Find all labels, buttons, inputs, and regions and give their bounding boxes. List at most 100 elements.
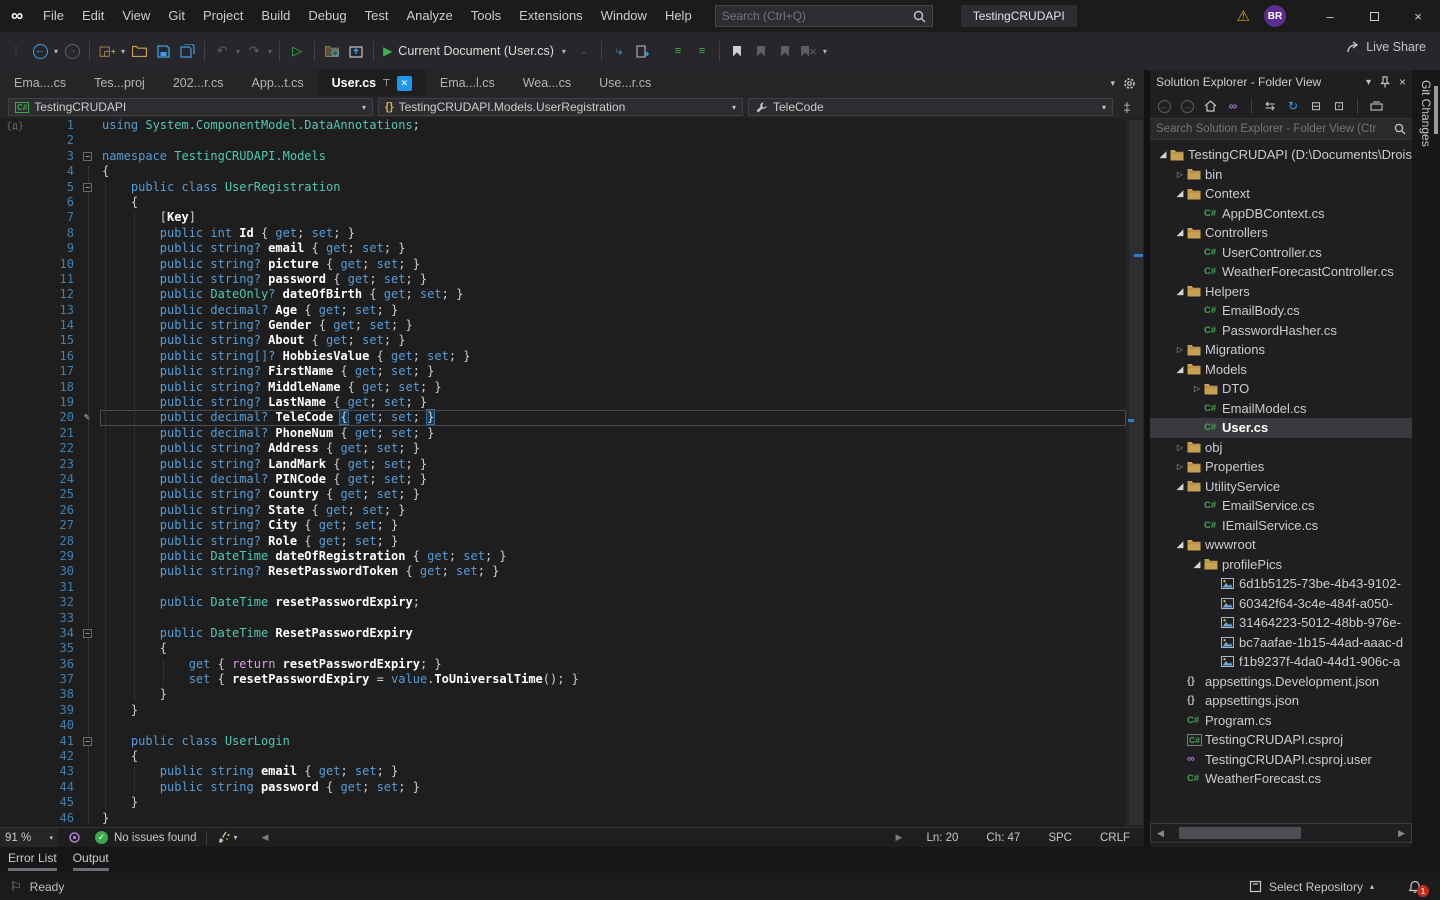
expand-arrow-icon[interactable]: ◢ bbox=[1173, 227, 1187, 238]
undo-dropdown[interactable]: ▾ bbox=[236, 47, 240, 56]
collapse-toggle[interactable]: − bbox=[83, 629, 92, 638]
code-line-41[interactable]: 41− public class UserLogin bbox=[0, 734, 1126, 749]
tree-item-emailservice-cs[interactable]: C#EmailService.cs bbox=[1150, 496, 1412, 516]
code-line-13[interactable]: 13 public decimal? Age { get; set; } bbox=[0, 303, 1126, 318]
menu-git[interactable]: Git bbox=[159, 0, 194, 32]
redo-dropdown[interactable]: ▾ bbox=[268, 47, 272, 56]
tree-item-wwwroot[interactable]: ◢wwwroot bbox=[1150, 535, 1412, 555]
tree-item-usercontroller-cs[interactable]: C#UserController.cs bbox=[1150, 243, 1412, 263]
menu-tools[interactable]: Tools bbox=[462, 0, 510, 32]
code-line-17[interactable]: 17 public string? FirstName { get; set; … bbox=[0, 364, 1126, 379]
menu-edit[interactable]: Edit bbox=[73, 0, 113, 32]
navigate-backward-icon[interactable]: ← bbox=[29, 39, 51, 63]
minimize-button[interactable]: – bbox=[1308, 0, 1352, 32]
code-line-32[interactable]: 32 public DateTime resetPasswordExpiry; bbox=[0, 595, 1126, 610]
search-input[interactable] bbox=[722, 9, 913, 23]
expand-arrow-icon[interactable]: ◢ bbox=[1173, 364, 1187, 375]
expand-arrow-icon[interactable]: ▷ bbox=[1190, 384, 1204, 393]
new-project-icon[interactable]: ◲+ bbox=[96, 39, 118, 63]
new-project-dropdown[interactable]: ▾ bbox=[121, 47, 125, 56]
code-line-12[interactable]: 12 public DateOnly? dateOfBirth { get; s… bbox=[0, 287, 1126, 302]
toggle-bookmark-icon[interactable] bbox=[726, 39, 748, 63]
account-avatar[interactable]: BR bbox=[1264, 5, 1286, 27]
tree-item-bc7aafae-1b15-44ad-aaac-d[interactable]: bc7aafae-1b15-44ad-aaac-d bbox=[1150, 633, 1412, 653]
code-line-2[interactable]: 2 bbox=[0, 133, 1126, 148]
expand-arrow-icon[interactable]: ◢ bbox=[1190, 559, 1204, 570]
close-button[interactable]: × bbox=[1396, 0, 1440, 32]
code-editor[interactable]: 1using System.ComponentModel.DataAnnotat… bbox=[0, 118, 1144, 827]
code-line-22[interactable]: 22 public string? Address { get; set; } bbox=[0, 441, 1126, 456]
zoom-control[interactable]: 91 %▾ bbox=[0, 828, 58, 848]
save-icon[interactable] bbox=[152, 39, 174, 63]
menu-debug[interactable]: Debug bbox=[299, 0, 355, 32]
tree-item-60342f64-3c4e-484f-a050-[interactable]: 60342f64-3c4e-484f-a050- bbox=[1150, 594, 1412, 614]
tree-item-emailmodel-cs[interactable]: C#EmailModel.cs bbox=[1150, 399, 1412, 419]
indent-increase-icon[interactable]: ≡ bbox=[691, 39, 713, 63]
tree-item-profilepics[interactable]: ◢profilePics bbox=[1150, 555, 1412, 575]
tab-close-icon[interactable]: ✕ bbox=[397, 76, 412, 91]
tree-item-utilityservice[interactable]: ◢UtilityService bbox=[1150, 477, 1412, 497]
tree-item-appsettings-json[interactable]: {​}appsettings.json bbox=[1150, 691, 1412, 711]
code-cleanup-icon[interactable] bbox=[217, 831, 231, 844]
show-all-files-icon[interactable]: ⊡ bbox=[1330, 96, 1348, 116]
notifications-warning-icon[interactable]: ⚠ bbox=[1237, 7, 1250, 25]
tab-pin-icon[interactable]: ⊤ bbox=[382, 78, 391, 89]
tab-list-dropdown-icon[interactable]: ▾ bbox=[1110, 78, 1115, 89]
tree-item-controllers[interactable]: ◢Controllers bbox=[1150, 223, 1412, 243]
tree-item-dto[interactable]: ▷DTO bbox=[1150, 379, 1412, 399]
close-panel-icon[interactable]: × bbox=[1399, 75, 1406, 89]
code-line-15[interactable]: 15 public string? About { get; set; } bbox=[0, 333, 1126, 348]
split-editor-icon[interactable]: ‡ bbox=[1118, 100, 1136, 115]
menu-extensions[interactable]: Extensions bbox=[510, 0, 592, 32]
tree-item-helpers[interactable]: ◢Helpers bbox=[1150, 282, 1412, 302]
code-line-36[interactable]: 36 get { return resetPasswordExpiry; } bbox=[0, 657, 1126, 672]
run-options-icon[interactable]: ⌄ bbox=[573, 39, 595, 63]
document-tab-202-r-cs[interactable]: 202...r.cs bbox=[159, 70, 238, 96]
navigate-forward-icon[interactable]: → bbox=[61, 39, 83, 63]
tree-item-emailbody-cs[interactable]: C#EmailBody.cs bbox=[1150, 301, 1412, 321]
menu-build[interactable]: Build bbox=[252, 0, 299, 32]
code-line-43[interactable]: 43 public string email { get; set; } bbox=[0, 764, 1126, 779]
expand-arrow-icon[interactable]: ◢ bbox=[1173, 481, 1187, 492]
output-tab[interactable]: Output bbox=[73, 851, 109, 871]
menu-project[interactable]: Project bbox=[194, 0, 252, 32]
expand-arrow-icon[interactable]: ▷ bbox=[1173, 462, 1187, 471]
restore-button[interactable] bbox=[1352, 0, 1396, 32]
collapse-all-icon[interactable]: ⊟ bbox=[1307, 96, 1325, 116]
code-line-5[interactable]: 5− public class UserRegistration bbox=[0, 180, 1126, 195]
start-debugging-button[interactable]: ▶ Current Document (User.cs) ▾ bbox=[383, 44, 568, 58]
switch-views-icon[interactable]: ∞ bbox=[1224, 96, 1242, 116]
tree-item-f1b9237f-4da0-44d1-906c-a[interactable]: f1b9237f-4da0-44d1-906c-a bbox=[1150, 652, 1412, 672]
tree-item-weatherforecast-cs[interactable]: C#WeatherForecast.cs bbox=[1150, 769, 1412, 789]
expand-arrow-icon[interactable]: ◢ bbox=[1156, 149, 1170, 160]
scrollbar-thumb[interactable] bbox=[1129, 120, 1143, 825]
code-line-26[interactable]: 26 public string? State { get; set; } bbox=[0, 503, 1126, 518]
panel-menu-dropdown-icon[interactable]: ▾ bbox=[1366, 77, 1371, 88]
hscroll-left-arrow[interactable]: ◀ bbox=[255, 832, 274, 843]
tree-item-obj[interactable]: ▷obj bbox=[1150, 438, 1412, 458]
toolbar-drag-handle[interactable]: ⋮ bbox=[5, 39, 27, 63]
git-changes-tab[interactable]: Git Changes bbox=[1419, 80, 1433, 147]
document-tab-app-t-cs[interactable]: App...t.cs bbox=[238, 70, 318, 96]
code-line-4[interactable]: 4{ bbox=[0, 164, 1126, 179]
properties-icon[interactable] bbox=[1367, 96, 1385, 116]
code-line-1[interactable]: 1using System.ComponentModel.DataAnnotat… bbox=[0, 118, 1126, 133]
next-bookmark-icon[interactable] bbox=[774, 39, 796, 63]
refresh-icon[interactable]: ↻ bbox=[1284, 96, 1302, 116]
indent-mode-indicator[interactable]: SPC bbox=[1034, 832, 1086, 844]
code-line-44[interactable]: 44 public string password { get; set; } bbox=[0, 780, 1126, 795]
code-line-34[interactable]: 34− public DateTime ResetPasswordExpiry bbox=[0, 626, 1126, 641]
redo-icon[interactable]: ↷ bbox=[243, 39, 265, 63]
code-line-39[interactable]: 39 } bbox=[0, 703, 1126, 718]
se-hscroll-left-arrow[interactable]: ◀ bbox=[1151, 828, 1170, 839]
code-line-46[interactable]: 46} bbox=[0, 811, 1126, 826]
undo-icon[interactable]: ↶ bbox=[211, 39, 233, 63]
line-indicator[interactable]: Ln: 20 bbox=[912, 832, 972, 844]
tree-item-migrations[interactable]: ▷Migrations bbox=[1150, 340, 1412, 360]
expand-arrow-icon[interactable]: ▷ bbox=[1173, 443, 1187, 452]
document-tab-ema-cs[interactable]: Ema....cs bbox=[0, 70, 80, 96]
code-line-28[interactable]: 28 public string? Role { get; set; } bbox=[0, 534, 1126, 549]
sync-with-active-document-icon[interactable]: ⇆ bbox=[1261, 96, 1279, 116]
menu-window[interactable]: Window bbox=[592, 0, 656, 32]
document-tab-wea-cs[interactable]: Wea...cs bbox=[509, 70, 585, 96]
